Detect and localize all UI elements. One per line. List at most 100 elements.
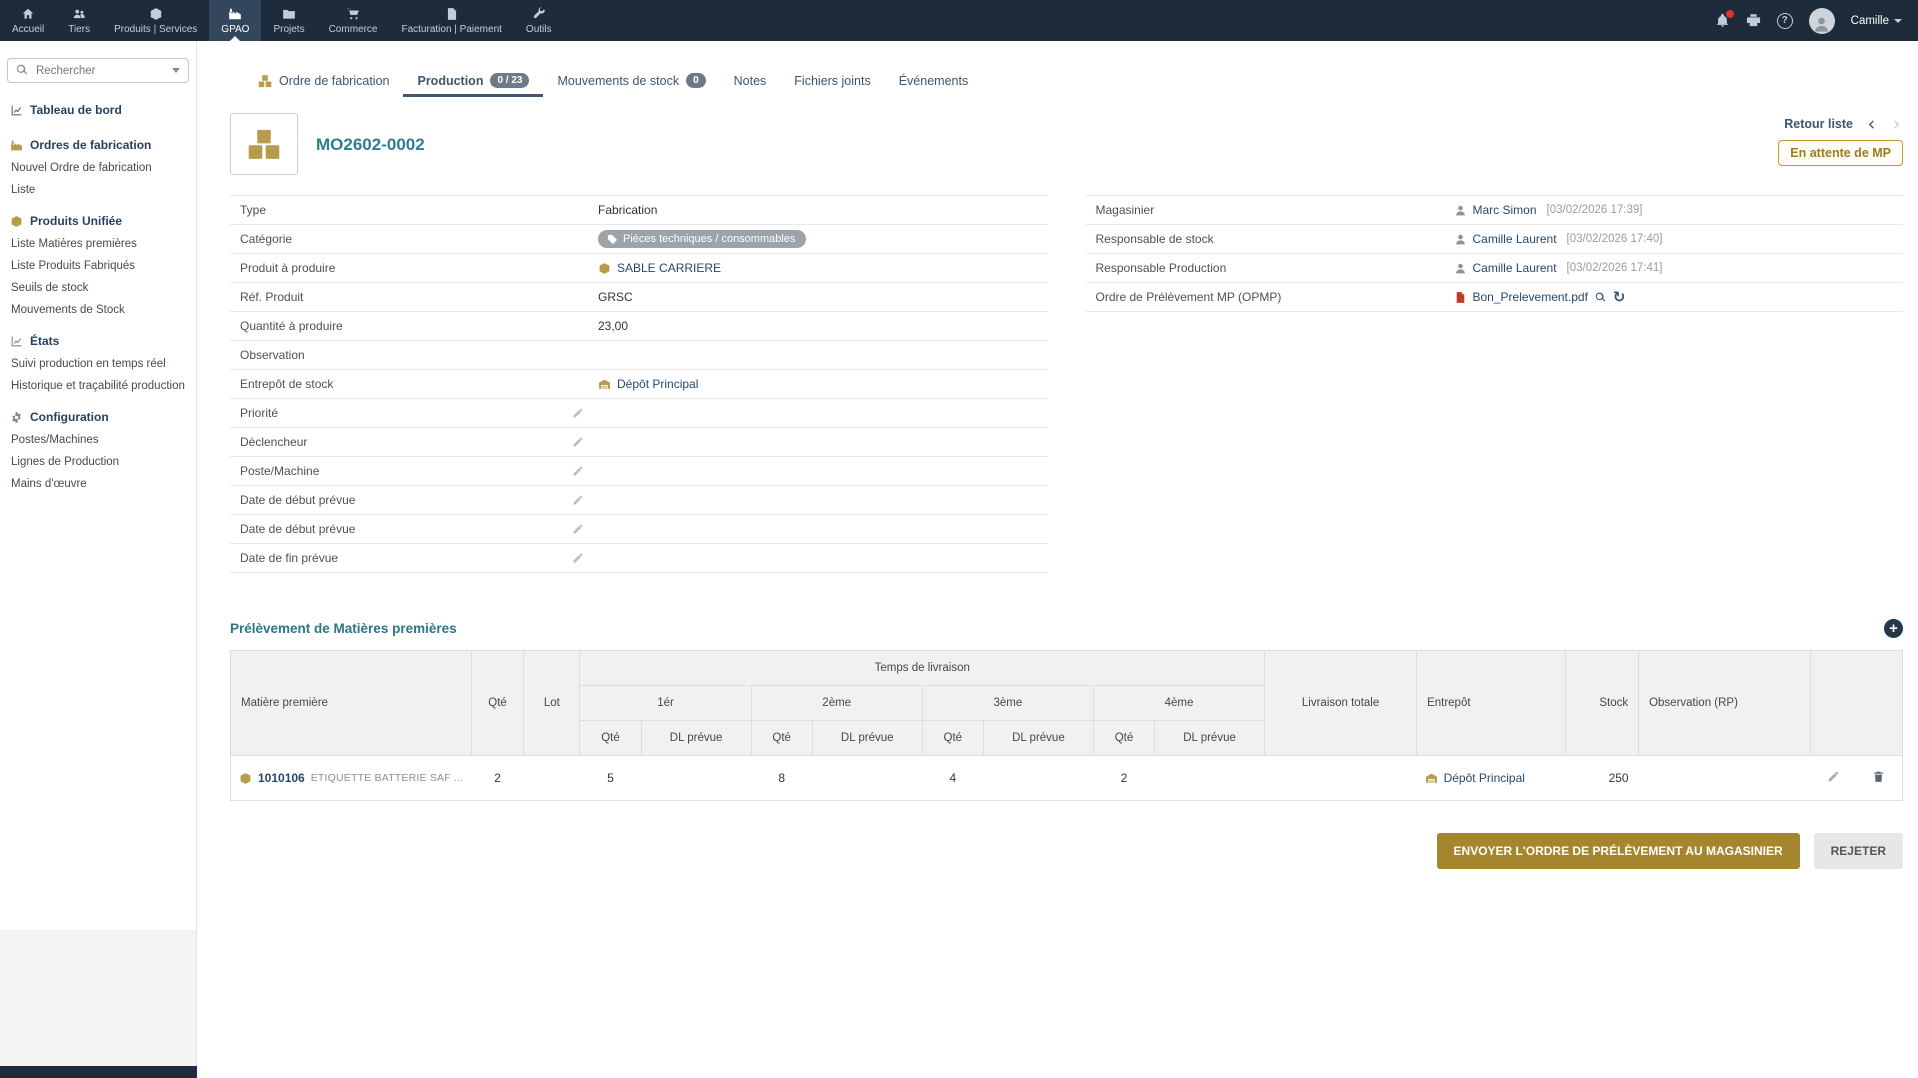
- sidebar-item-liste-produits-fabriques[interactable]: Liste Produits Fabriqués: [0, 255, 196, 277]
- col-sub-dl: DL prévue: [641, 721, 751, 756]
- resp-prod-link[interactable]: Camille Laurent: [1473, 261, 1557, 275]
- home-icon: [21, 7, 35, 21]
- help-icon[interactable]: ?: [1777, 13, 1793, 29]
- tab-fichiers-joints[interactable]: Fichiers joints: [780, 65, 884, 97]
- edit-pencil-icon[interactable]: [572, 407, 584, 419]
- send-opmp-button[interactable]: ENVOYER L'ORDRE DE PRÉLÈVEMENT AU MAGASI…: [1437, 833, 1800, 869]
- q4-cell: 2: [1093, 756, 1154, 801]
- notification-badge: [1725, 9, 1735, 19]
- sidebar-item-postes-machines[interactable]: Postes/Machines: [0, 429, 196, 451]
- opmp-pdf-link[interactable]: Bon_Prelevement.pdf: [1473, 290, 1588, 304]
- manufacturing-order-icon: [230, 113, 298, 175]
- dl4-cell: [1155, 756, 1265, 801]
- edit-pencil-icon[interactable]: [572, 552, 584, 564]
- field-responsable-production: Responsable Production Camille Laurent […: [1086, 254, 1904, 283]
- chart-icon: [10, 104, 23, 117]
- edit-pencil-icon[interactable]: [572, 523, 584, 535]
- field-observation: Observation: [230, 341, 1048, 370]
- resp-stock-link[interactable]: Camille Laurent: [1473, 232, 1557, 246]
- stock-cell: 250: [1565, 756, 1638, 801]
- add-material-button[interactable]: +: [1884, 619, 1903, 638]
- tab-evenements[interactable]: Événements: [885, 65, 982, 97]
- cart-icon: [346, 7, 360, 21]
- materials-section-header: Prélèvement de Matières premières +: [230, 619, 1903, 638]
- warehouse-link[interactable]: Dépôt Principal: [617, 377, 698, 391]
- details-left: Type Fabrication Catégorie Pièces techni…: [230, 195, 1048, 573]
- user-menu[interactable]: Camille: [1851, 15, 1902, 27]
- warehouse-link[interactable]: Dépôt Principal: [1444, 771, 1525, 785]
- top-navbar: Accueil Tiers Produits | Services GPAO P…: [0, 0, 1918, 41]
- tab-production[interactable]: Production 0 / 23: [403, 64, 543, 97]
- observation-cell: [1639, 756, 1811, 801]
- type-value: Fabrication: [598, 203, 657, 217]
- menu-projets[interactable]: Projets: [261, 0, 316, 41]
- main-menu: Accueil Tiers Produits | Services GPAO P…: [0, 0, 563, 41]
- back-to-list-link[interactable]: Retour liste: [1784, 117, 1853, 131]
- dl3-cell: [983, 756, 1093, 801]
- category-badge[interactable]: Pièces techniques / consommables: [598, 230, 806, 248]
- menu-tiers[interactable]: Tiers: [56, 0, 102, 41]
- col-sub-dl: DL prévue: [812, 721, 922, 756]
- notifications-bell-icon[interactable]: [1715, 13, 1730, 28]
- print-icon[interactable]: [1746, 13, 1761, 28]
- preview-magnifier-icon[interactable]: [1594, 291, 1607, 304]
- q3-cell: 4: [922, 756, 983, 801]
- sidebar-item-lignes-de-production[interactable]: Lignes de Production: [0, 451, 196, 473]
- materials-table: Matière première Qté Lot Temps de livrai…: [230, 650, 1903, 801]
- sidebar-item-seuils-de-stock[interactable]: Seuils de stock: [0, 277, 196, 299]
- sidebar-filler: [0, 930, 197, 1066]
- sidebar-item-nouvel-ordre-de-fabrication[interactable]: Nouvel Ordre de fabrication: [0, 157, 196, 179]
- prev-record-arrow[interactable]: [1865, 118, 1878, 131]
- sidebar-item-suivi-production-temps-reel[interactable]: Suivi production en temps réel: [0, 353, 196, 375]
- sidebar-section-configuration[interactable]: Configuration: [0, 397, 196, 429]
- search-caret-icon[interactable]: [172, 68, 180, 73]
- edit-pencil-icon[interactable]: [572, 465, 584, 477]
- edit-pencil-icon[interactable]: [572, 436, 584, 448]
- sidebar-item-tableau-de-bord[interactable]: Tableau de bord: [0, 95, 196, 125]
- search-input[interactable]: [7, 58, 189, 83]
- tab-ordre-de-fabrication[interactable]: Ordre de fabrication: [244, 65, 403, 97]
- sidebar-item-mouvements-de-stock[interactable]: Mouvements de Stock: [0, 299, 196, 321]
- field-date-fin-prevue: Date de fin prévue: [230, 544, 1048, 573]
- sidebar-item-mains-doeuvre[interactable]: Mains d'œuvre: [0, 473, 196, 495]
- menu-gpao[interactable]: GPAO: [209, 0, 261, 41]
- menu-label: Tiers: [68, 24, 90, 35]
- regenerate-icon[interactable]: ↻: [1613, 290, 1626, 305]
- menu-accueil[interactable]: Accueil: [0, 0, 56, 41]
- mo-card: MO2602-0002 Retour liste En attente de M…: [230, 113, 1903, 869]
- warehouse-icon: [1425, 772, 1438, 785]
- quantite-value: 23,00: [598, 319, 628, 333]
- card-header: MO2602-0002 Retour liste En attente de M…: [230, 113, 1903, 175]
- trash-icon[interactable]: [1872, 770, 1885, 783]
- tab-notes[interactable]: Notes: [720, 65, 781, 97]
- sidebar-item-historique-tracabilite[interactable]: Historique et traçabilité production: [0, 375, 196, 397]
- sidebar-section-produits-unifiee[interactable]: Produits Unifiée: [0, 201, 196, 233]
- magasinier-link[interactable]: Marc Simon: [1473, 203, 1537, 217]
- menu-label: Projets: [273, 24, 304, 35]
- cube-icon: [149, 7, 163, 21]
- menu-commerce[interactable]: Commerce: [317, 0, 390, 41]
- col-sub-dl: DL prévue: [983, 721, 1093, 756]
- col-qte: Qté: [471, 651, 523, 756]
- edit-pencil-icon[interactable]: [1827, 770, 1840, 783]
- person-icon: [1454, 262, 1467, 275]
- menu-outils[interactable]: Outils: [514, 0, 564, 41]
- menu-produits-services[interactable]: Produits | Services: [102, 0, 209, 41]
- tab-mouvements-de-stock[interactable]: Mouvements de stock 0: [543, 64, 719, 97]
- col-observation-rp: Observation (RP): [1639, 651, 1811, 756]
- edit-pencil-icon[interactable]: [572, 494, 584, 506]
- product-link[interactable]: SABLE CARRIERE: [617, 261, 721, 275]
- next-record-arrow[interactable]: [1890, 118, 1903, 131]
- search-icon: [15, 63, 29, 77]
- material-ref-link[interactable]: 1010106: [258, 771, 305, 785]
- sidebar-item-liste-matieres-premieres[interactable]: Liste Matières premières: [0, 233, 196, 255]
- sidebar-section-etats[interactable]: États: [0, 321, 196, 353]
- production-count-badge: 0 / 23: [490, 73, 529, 88]
- reject-button[interactable]: REJETER: [1814, 833, 1903, 869]
- sidebar-section-ordres-de-fabrication[interactable]: Ordres de fabrication: [0, 125, 196, 157]
- sidebar-item-liste[interactable]: Liste: [0, 179, 196, 201]
- dl2-cell: [812, 756, 922, 801]
- menu-facturation-paiement[interactable]: Facturation | Paiement: [389, 0, 513, 41]
- menu-label: GPAO: [221, 24, 249, 35]
- user-avatar[interactable]: [1809, 8, 1835, 34]
